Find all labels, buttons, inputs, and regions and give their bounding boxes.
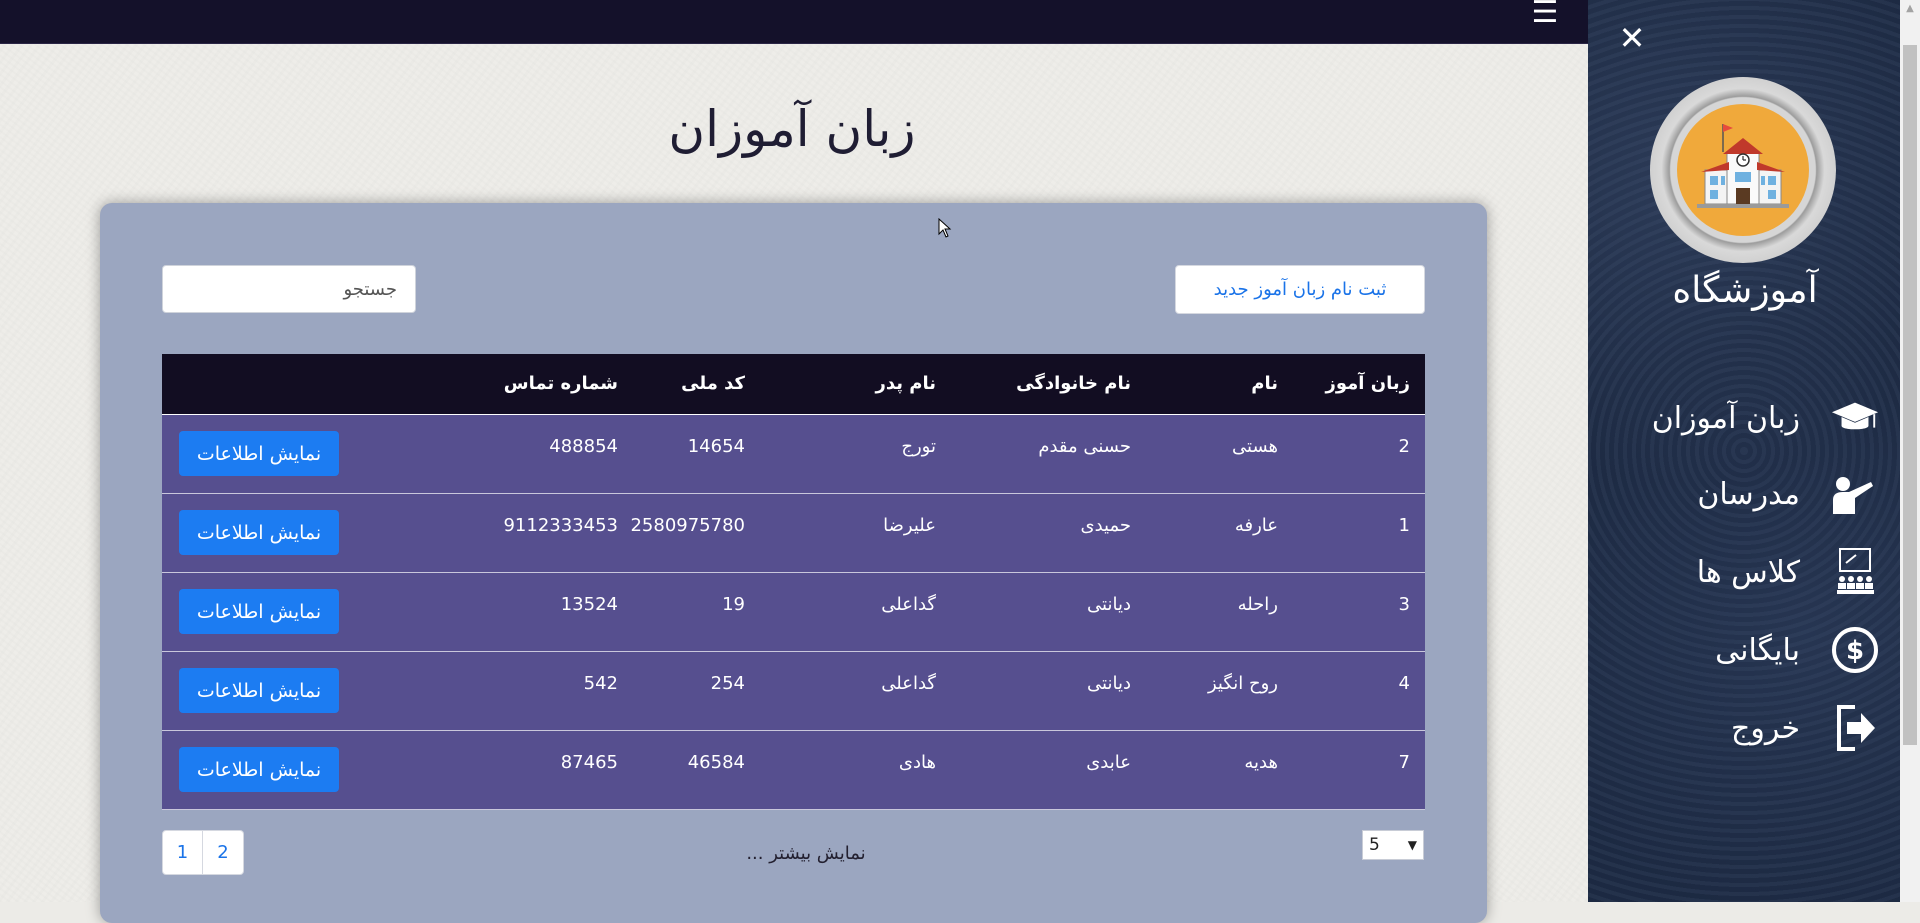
graduation-cap-icon (1830, 393, 1880, 443)
first-name-cell: هدیه (1131, 730, 1278, 810)
hamburger-menu-icon[interactable]: ☰ (1530, 0, 1560, 28)
top-bar (0, 0, 1588, 44)
column-header-phone: شماره تماس (424, 354, 618, 415)
last-name-cell: حمیدی (936, 493, 1131, 573)
sidebar-item-label: بایگانی (1715, 632, 1800, 668)
phone-cell: 488854 (424, 414, 618, 494)
last-name-cell: دیانتی (936, 572, 1131, 652)
phone-cell: 87465 (424, 730, 618, 810)
first-name-cell: عارفه (1131, 493, 1278, 573)
sidebar-item-label: زبان آموزان (1651, 400, 1800, 436)
last-name-cell: دیانتی (936, 651, 1131, 731)
close-icon[interactable]: ✕ (1617, 20, 1647, 56)
sidebar-item-classes[interactable]: کلاس ها (1620, 544, 1880, 600)
column-header-father-name: نام پدر (745, 354, 936, 415)
search-input[interactable] (162, 265, 416, 313)
first-name-cell: روح انگیز (1131, 651, 1278, 731)
father-name-cell: گداعلی (745, 651, 936, 731)
national-code-cell: 19 (618, 572, 745, 652)
students-table: زبان آموز نام نام خانوادگی نام پدر کد مل… (162, 354, 1425, 810)
first-name-cell: راحله (1131, 572, 1278, 652)
page-link-2[interactable]: 2 (203, 830, 244, 875)
logout-icon (1830, 703, 1880, 753)
show-info-button[interactable]: نمایش اطلاعات (179, 431, 339, 476)
national-code-cell: 254 (618, 651, 745, 731)
column-header-student-number: زبان آموز (1278, 354, 1410, 415)
table-row: 3 راحله دیانتی گداعلی 19 13524 نمایش اطل… (162, 572, 1425, 652)
show-info-button[interactable]: نمایش اطلاعات (179, 589, 339, 634)
page-size-value: 5 (1369, 835, 1380, 855)
sidebar-item-label: خروج (1731, 710, 1800, 746)
classroom-icon (1830, 547, 1880, 597)
pagination: 1 2 (162, 830, 244, 875)
phone-cell: 9112333453 (424, 493, 618, 573)
show-info-button[interactable]: نمایش اطلاعات (179, 510, 339, 555)
national-code-cell: 46584 (618, 730, 745, 810)
chevron-down-icon: ▼ (1407, 838, 1417, 852)
father-name-cell: علیرضا (745, 493, 936, 573)
student-number-cell: 3 (1278, 572, 1410, 652)
phone-cell: 13524 (424, 572, 618, 652)
svg-text:$: $ (1846, 636, 1864, 666)
page-title: زبان آموزان (668, 100, 916, 158)
column-header-national-code: کد ملی (618, 354, 745, 415)
national-code-cell: 14654 (618, 414, 745, 494)
table-header-row: زبان آموز نام نام خانوادگی نام پدر کد مل… (162, 354, 1425, 415)
column-header-last-name: نام خانوادگی (936, 354, 1131, 415)
show-info-button[interactable]: نمایش اطلاعات (179, 747, 339, 792)
table-row: 2 هستی حسنی مقدم تورج 14654 488854 نمایش… (162, 414, 1425, 494)
table-row: 7 هدیه عابدی هادی 46584 87465 نمایش اطلا… (162, 730, 1425, 810)
last-name-cell: عابدی (936, 730, 1131, 810)
sidebar-item-students[interactable]: زبان آموزان (1620, 390, 1880, 446)
father-name-cell: گداعلی (745, 572, 936, 652)
school-building-icon (1677, 104, 1809, 236)
first-name-cell: هستی (1131, 414, 1278, 494)
table-row: 4 روح انگیز دیانتی گداعلی 254 542 نمایش … (162, 651, 1425, 731)
school-logo (1650, 77, 1836, 263)
table-row: 1 عارفه حمیدی علیرضا 2580975780 91123334… (162, 493, 1425, 573)
show-info-button[interactable]: نمایش اطلاعات (179, 668, 339, 713)
sidebar-item-teachers[interactable]: مدرسان (1620, 466, 1880, 522)
register-student-button[interactable]: ثبت نام زبان آموز جدید (1175, 265, 1425, 314)
brand-title: آموزشگاه (1672, 270, 1818, 311)
student-number-cell: 7 (1278, 730, 1410, 810)
page-size-select[interactable]: 5 ▼ (1362, 830, 1424, 860)
column-header-first-name: نام (1131, 354, 1278, 415)
sidebar-item-archive[interactable]: بایگانی $ (1620, 622, 1880, 678)
sidebar-item-label: مدرسان (1697, 476, 1800, 512)
dollar-icon: $ (1830, 625, 1880, 675)
show-more-link[interactable]: نمایش بیشتر ... (700, 843, 912, 864)
scroll-up-arrow-icon[interactable]: ▲ (1900, 0, 1920, 17)
phone-cell: 542 (424, 651, 618, 731)
sidebar-item-label: کلاس ها (1696, 554, 1800, 590)
scrollbar-thumb[interactable] (1903, 45, 1917, 745)
student-number-cell: 1 (1278, 493, 1410, 573)
teacher-icon (1830, 469, 1880, 519)
student-number-cell: 4 (1278, 651, 1410, 731)
sidebar-item-logout[interactable]: خروج (1620, 700, 1880, 756)
father-name-cell: تورج (745, 414, 936, 494)
last-name-cell: حسنی مقدم (936, 414, 1131, 494)
student-number-cell: 2 (1278, 414, 1410, 494)
father-name-cell: هادی (745, 730, 936, 810)
national-code-cell: 2580975780 (618, 493, 745, 573)
mouse-cursor-icon (938, 217, 952, 242)
page-link-1[interactable]: 1 (162, 830, 203, 875)
